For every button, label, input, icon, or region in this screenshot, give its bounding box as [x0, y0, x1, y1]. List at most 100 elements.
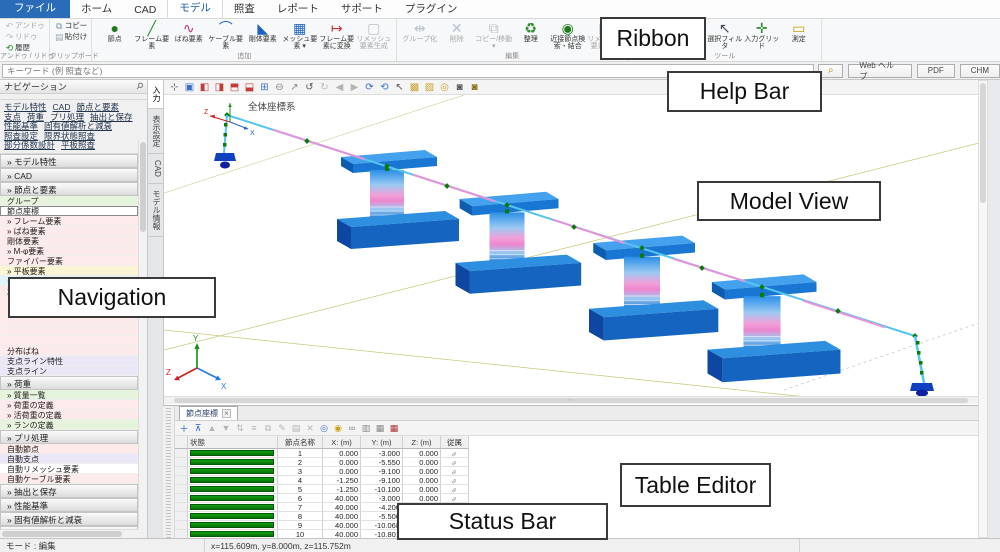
ribbon-item[interactable]: ▭ 測定 [780, 20, 817, 53]
ribbon-tab[interactable]: サポート [330, 0, 394, 18]
navigation-link[interactable]: 限界状態照査 [44, 131, 95, 141]
export-table-icon[interactable]: ▦ [387, 423, 401, 434]
y-cell[interactable]: -5.550 [361, 458, 403, 467]
column-header[interactable]: Z: (m) [403, 436, 441, 449]
ribbon-item[interactable]: ✛ 入力グリッド [743, 20, 780, 53]
zoom-out-icon[interactable]: ⊖ [272, 81, 287, 94]
ribbon-tab[interactable]: モデル [167, 0, 223, 18]
navigation-item[interactable]: » CAD [0, 168, 138, 182]
node-name-cell[interactable]: 9 [278, 521, 323, 530]
navigation-item[interactable]: » 荷重の定義 [0, 400, 138, 410]
y-cell[interactable]: -3.000 [361, 494, 403, 503]
x-cell[interactable]: 40.000 [323, 530, 361, 538]
navigation-item[interactable] [0, 336, 138, 346]
preview-icon[interactable]: ◎ [437, 81, 452, 94]
dependency-cell[interactable]: ∞ [441, 476, 469, 485]
ribbon-item[interactable]: ▤ 貼付け [54, 31, 88, 42]
close-icon[interactable]: × [222, 409, 231, 418]
main-vertical-scrollbar[interactable] [978, 80, 988, 538]
camera-icon[interactable]: ◙ [467, 81, 482, 94]
node-name-cell[interactable]: 10 [278, 530, 323, 538]
ribbon-item[interactable]: ✕ 削除 [438, 20, 475, 53]
zoom-window-icon[interactable]: ▣ [182, 81, 197, 94]
navigation-item[interactable]: 分布ばね [0, 346, 138, 356]
next-view-icon[interactable]: ▶ [347, 81, 362, 94]
model-view[interactable]: ⊹ ▣ ◧ ◨ ⬒ ⬓ ⊞ ⊖ ↗ ↺ ↻ ◀ ▶ ⟳ ⟲ ↖ [163, 80, 978, 405]
row-selector[interactable] [175, 467, 188, 476]
node-name-cell[interactable]: 1 [278, 449, 323, 458]
navigation-link[interactable]: 支点 [4, 112, 21, 122]
ribbon-item[interactable]: ╱ フレーム要素 [133, 20, 170, 53]
model-view-horizontal-scrollbar[interactable]: ⋯ [164, 396, 978, 404]
table-row[interactable]: 3 0.000 -9.100 0.000 ∞ [175, 467, 978, 476]
node-name-cell[interactable]: 5 [278, 485, 323, 494]
ribbon-tab[interactable]: ファイル [0, 0, 70, 18]
row-selector[interactable] [175, 503, 188, 512]
navigation-item[interactable]: » M-φ要素 [0, 246, 138, 256]
navigation-link[interactable]: モデル特性 [4, 102, 47, 112]
node-name-cell[interactable]: 8 [278, 512, 323, 521]
prev-view-icon[interactable]: ◀ [332, 81, 347, 94]
ribbon-tab[interactable]: ホーム [70, 0, 123, 18]
row-selector[interactable] [175, 485, 188, 494]
duplicate-icon[interactable]: ⧉ [261, 423, 275, 434]
navigation-item[interactable]: » プリ処理 [0, 430, 138, 444]
navigation-link[interactable]: 部分係数設計 [4, 140, 55, 150]
ribbon-item[interactable]: ↖ 選択フィルタ [706, 20, 743, 53]
edit-icon[interactable]: ✎ [275, 423, 289, 434]
ribbon-tab[interactable]: レポート [266, 0, 330, 18]
navigation-item[interactable]: 節点座標 [0, 206, 138, 216]
panel-splitter[interactable] [163, 406, 175, 538]
view-iso-icon[interactable]: ◧ [197, 81, 212, 94]
navigation-item[interactable]: 自動節点 [0, 444, 138, 454]
z-cell[interactable]: 0.000 [403, 476, 441, 485]
row-selector[interactable] [175, 449, 188, 458]
pin-icon[interactable]: ⚲ [133, 80, 145, 92]
column-header[interactable]: 状態 [188, 436, 278, 449]
y-cell[interactable]: -3.000 [361, 449, 403, 458]
pointer-icon[interactable]: ↖ [392, 81, 407, 94]
side-tab[interactable]: 入力 [148, 80, 163, 109]
navigation-item[interactable]: » ばね要素 [0, 226, 138, 236]
ribbon-item[interactable]: ● 節点 [96, 20, 133, 53]
x-cell[interactable]: 0.000 [323, 449, 361, 458]
x-cell[interactable]: -1.250 [323, 476, 361, 485]
navigation-vertical-scrollbar[interactable] [138, 140, 147, 528]
side-tab[interactable]: 表示設定 [148, 109, 163, 154]
z-cell[interactable]: 0.000 [403, 458, 441, 467]
node-name-cell[interactable]: 6 [278, 494, 323, 503]
navigation-item[interactable]: 自動ケーブル要素 [0, 474, 138, 484]
sort-icon[interactable]: ⇅ [233, 423, 247, 434]
ribbon-item[interactable]: ⌒ ケーブル要素 [207, 20, 244, 53]
row-selector[interactable] [175, 521, 188, 530]
navigation-item[interactable]: » 質量一覧 [0, 390, 138, 400]
ribbon-tab[interactable]: CAD [123, 2, 167, 18]
ribbon-item[interactable]: ↶ アンドゥ [4, 20, 45, 31]
z-cell[interactable]: 0.000 [403, 467, 441, 476]
y-cell[interactable]: -9.100 [361, 476, 403, 485]
x-cell[interactable]: 0.000 [323, 467, 361, 476]
navigation-link[interactable]: 節点と要素 [76, 102, 119, 112]
pan-icon[interactable]: ↗ [287, 81, 302, 94]
snapshot-icon[interactable]: ◙ [452, 81, 467, 94]
z-cell[interactable]: 0.000 [403, 494, 441, 503]
navigation-item[interactable]: » 性能基準 [0, 498, 138, 512]
ribbon-item[interactable]: ⧉ コピー [54, 20, 88, 31]
navigation-link[interactable]: 性能基準 [4, 121, 38, 131]
paste-rows-icon[interactable]: ▤ [289, 423, 303, 434]
row-selector[interactable] [175, 476, 188, 485]
find-replace-icon[interactable]: ◉ [331, 423, 345, 434]
view-front-icon[interactable]: ⬒ [227, 81, 242, 94]
column-header[interactable]: 節点名称 [278, 436, 323, 449]
chm-help-button[interactable]: CHM [960, 64, 1000, 78]
ribbon-item[interactable]: ↷ リドゥ [4, 31, 45, 42]
x-cell[interactable]: 0.000 [323, 458, 361, 467]
table-row[interactable]: 1 0.000 -3.000 0.000 ∞ [175, 449, 978, 458]
navigation-horizontal-scrollbar[interactable] [0, 529, 139, 538]
zoom-extents-icon[interactable]: ⊞ [257, 81, 272, 94]
dependency-cell[interactable]: ∞ [441, 467, 469, 476]
row-selector[interactable] [175, 512, 188, 521]
navigation-link[interactable]: プリ処理 [50, 112, 84, 122]
column-header[interactable]: X: (m) [323, 436, 361, 449]
rotate-icon[interactable]: ↺ [302, 81, 317, 94]
